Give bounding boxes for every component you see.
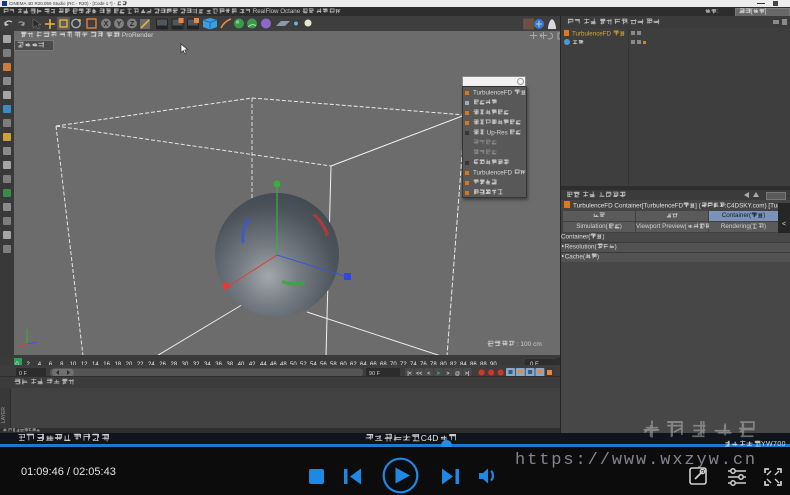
svg-text:Y: Y (117, 21, 122, 28)
svg-text:X: X (104, 21, 109, 28)
svg-text:Z: Z (130, 21, 135, 28)
